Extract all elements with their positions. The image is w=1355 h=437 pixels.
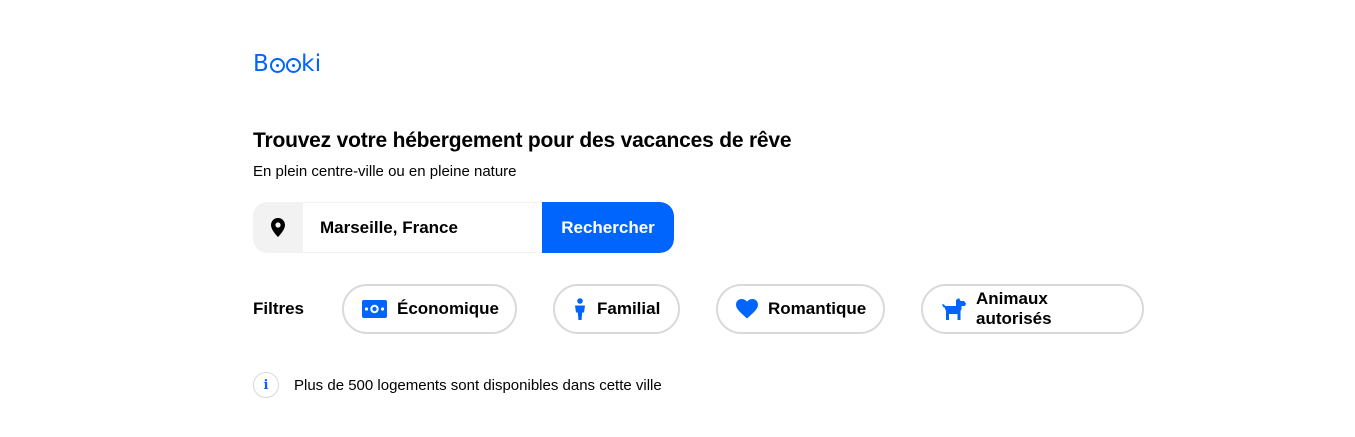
info-icon: i [253, 372, 279, 398]
logo-o-icon [269, 58, 285, 73]
filter-label: Romantique [768, 299, 867, 318]
person-icon [573, 298, 587, 320]
filter-familial[interactable]: Familial [553, 284, 680, 334]
filter-label: Familial [597, 299, 661, 318]
filter-animaux-autorises[interactable]: Animaux autorisés [921, 284, 1144, 334]
page-title: Trouvez votre hébergement pour des vacan… [253, 129, 792, 152]
search-input[interactable] [303, 202, 542, 253]
dog-icon [941, 298, 966, 320]
booki-logo[interactable]: B ki [253, 51, 321, 77]
booki-home: B ki Trouvez votre hébergement pour des … [0, 0, 1355, 437]
page-subtitle: En plein centre-ville ou en pleine natur… [253, 163, 517, 180]
filter-romantique[interactable]: Romantique [716, 284, 885, 334]
money-icon [362, 300, 387, 318]
logo-text-start: B [253, 51, 270, 77]
filter-label: Animaux autorisés [976, 289, 1052, 328]
search-bar: Rechercher [253, 202, 674, 253]
logo-o-icon [285, 58, 301, 73]
availability-info: i Plus de 500 logements sont disponibles… [253, 372, 662, 398]
heart-icon [736, 299, 758, 319]
map-pin-icon [253, 202, 303, 253]
filter-economique[interactable]: Économique [342, 284, 517, 334]
search-button[interactable]: Rechercher [542, 202, 674, 253]
availability-text: Plus de 500 logements sont disponibles d… [294, 376, 662, 394]
filter-label: Économique [397, 299, 500, 318]
filters-label: Filtres [253, 299, 305, 318]
logo-text-end: ki [301, 51, 322, 77]
